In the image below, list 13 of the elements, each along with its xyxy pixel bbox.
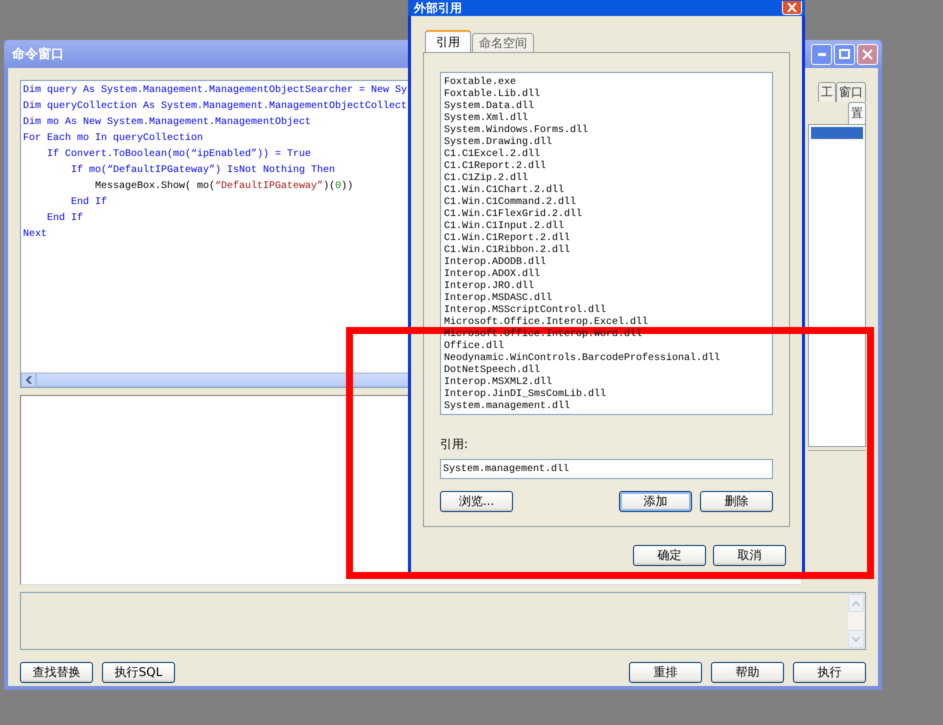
code-line: End If — [46, 212, 84, 226]
code-line: If mo(“DefaultIPGateway”) IsNot Nothing Then — [70, 164, 336, 178]
field-label: 引用: — [440, 436, 470, 452]
code-line: Dim queryCollection As System.Management.ManagementObjectCollect — [23, 100, 408, 114]
code-line: MessageBox.Show( mo(“DefaultIPGateway”)(0)) — [94, 180, 354, 194]
code-line: For Each mo In queryCollection — [23, 132, 204, 146]
window-title: 外部引用 — [414, 1, 463, 15]
window-title: 命令窗口 — [12, 46, 65, 63]
code-line: Dim query As System.Management.ManagementObjectSearcher = New Sy — [23, 84, 408, 98]
code-line: Dim mo As New System.Management.ManagementObject — [23, 116, 312, 130]
code-line: If Convert.ToBoolean(mo(“ipEnabled”)) = True — [46, 148, 312, 162]
code-line: End If — [70, 196, 108, 210]
code-line: Next — [23, 228, 48, 242]
